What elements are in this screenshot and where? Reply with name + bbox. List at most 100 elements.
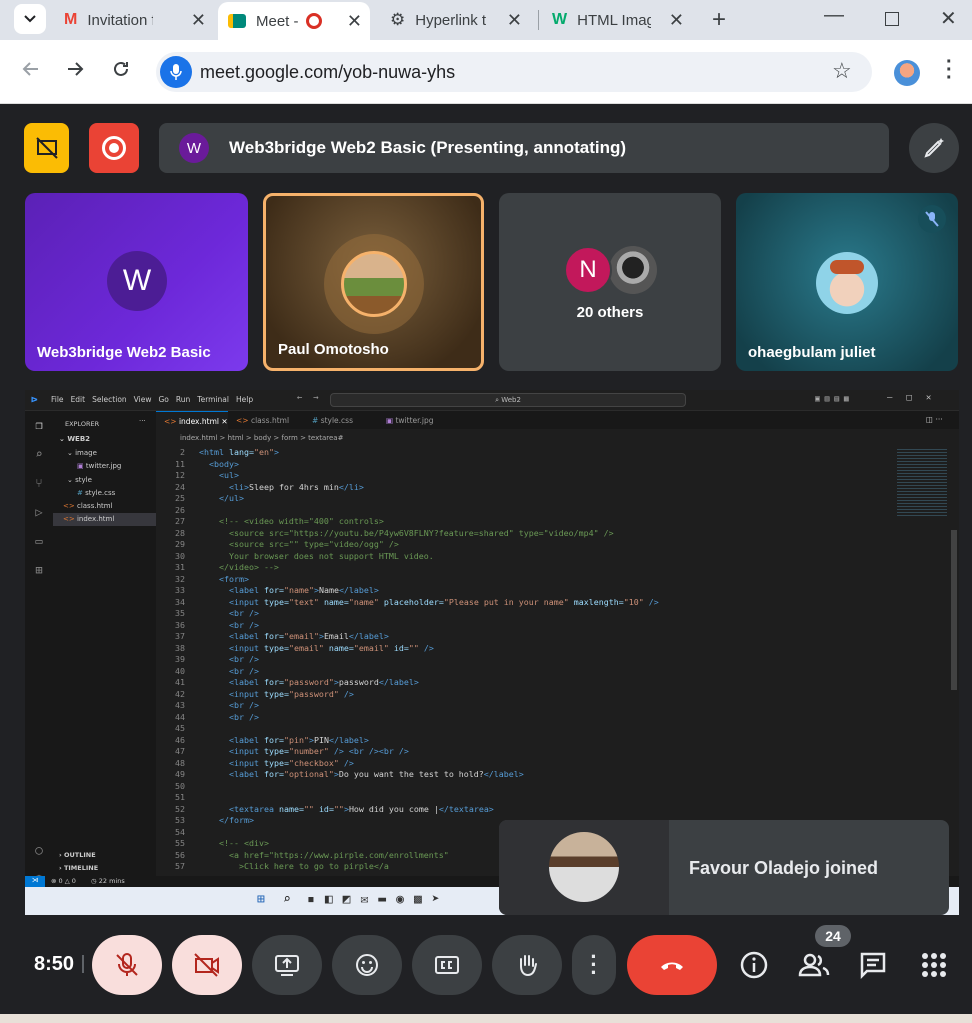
remote-icon[interactable]: ▭ <box>25 527 53 556</box>
info-icon <box>740 951 768 979</box>
tab-title: Invitation fr <box>87 11 153 29</box>
back-button[interactable] <box>22 60 40 83</box>
editor-actions-icon[interactable]: ◫ ··· <box>926 415 943 424</box>
tree-item[interactable]: ⌄ image <box>67 449 97 457</box>
reload-icon <box>114 61 128 76</box>
leave-call-button[interactable] <box>627 935 717 995</box>
browser-tab-bar: M Invitation fr ✕ Meet - ✕ ⚙ Hyperlink t… <box>0 0 972 40</box>
timeline-section[interactable]: › TIMELINE <box>59 864 98 872</box>
maximize-button[interactable] <box>885 12 899 26</box>
outline-section[interactable]: › OUTLINE <box>59 851 96 859</box>
source-control-icon[interactable]: ⑂ <box>25 469 53 498</box>
search-icon[interactable]: ⌕ <box>25 440 53 469</box>
vscode-window-controls[interactable]: –□✕ <box>887 393 945 403</box>
layout-controls[interactable]: ▣ ▥ ▤ ▦ <box>815 394 849 403</box>
participant-tile-presenter[interactable]: W Web3bridge Web2 Basic <box>25 193 248 371</box>
participant-name: Paul Omotosho <box>278 341 389 358</box>
error-count[interactable]: ⊗ 0 △ 0 <box>51 877 76 885</box>
hide-presentation-button[interactable] <box>24 123 69 173</box>
reload-button[interactable] <box>112 60 130 83</box>
close-tab-icon[interactable]: ✕ <box>347 11 362 32</box>
reactions-button[interactable] <box>332 935 402 995</box>
account-icon[interactable]: ◯ <box>25 836 53 865</box>
hand-icon <box>520 955 537 977</box>
tab-w3schools[interactable]: W HTML Imag ✕ <box>542 4 692 36</box>
editor-tab[interactable]: ▣ twitter.jpg <box>386 416 434 425</box>
forward-button[interactable] <box>66 60 84 83</box>
raise-hand-button[interactable] <box>492 935 562 995</box>
close-tab-icon[interactable]: ✕ <box>507 10 522 31</box>
menu-run[interactable]: Run <box>176 395 190 404</box>
captions-button[interactable] <box>412 935 482 995</box>
tree-item[interactable]: ▣ twitter.jpg <box>77 462 121 470</box>
join-notification: Favour Oladejo joined <box>499 820 949 915</box>
menu-edit[interactable]: Edit <box>71 395 86 404</box>
taskbar-search-icon[interactable]: ⌕ <box>283 892 291 907</box>
tree-item[interactable]: # style.css <box>77 489 115 497</box>
menu-terminal[interactable]: Terminal <box>197 395 229 404</box>
menu-file[interactable]: File <box>51 395 64 404</box>
chat-button[interactable] <box>858 950 888 985</box>
code-editor[interactable]: 2 <html lang="en"> 11 <body> 12 <ul> 24 <… <box>158 447 659 873</box>
command-center[interactable]: ⌕ Web2 <box>330 393 686 407</box>
close-tab-icon[interactable]: ✕ <box>669 10 684 31</box>
microphone-toggle-button[interactable] <box>92 935 162 995</box>
taskbar-apps[interactable]: ▪◧◩✉▬◉▩➤ <box>307 892 450 907</box>
camera-toggle-button[interactable] <box>172 935 242 995</box>
editor-tab[interactable]: <> class.html <box>236 416 289 425</box>
browser-menu-icon[interactable]: · · · <box>946 52 953 88</box>
tree-item[interactable]: ⌄ style <box>67 476 92 484</box>
participant-tile-others[interactable]: N 20 others <box>499 193 721 371</box>
tree-item-selected[interactable]: <> index.html <box>53 513 156 526</box>
explorer-title: EXPLORER <box>65 420 100 428</box>
breadcrumb: index.html > html > body > form > textar… <box>180 434 344 442</box>
extensions-icon[interactable]: ⊞ <box>25 556 53 585</box>
menu-help[interactable]: Help <box>236 395 253 404</box>
remote-indicator[interactable]: ⋊ <box>25 876 45 887</box>
menu-view[interactable]: View <box>134 395 152 404</box>
recording-button[interactable] <box>89 123 139 173</box>
people-button[interactable] <box>797 949 831 986</box>
editor-tab[interactable]: # style.css <box>312 416 353 425</box>
files-icon[interactable]: ❐ <box>25 411 53 440</box>
tab-gmail[interactable]: M Invitation fr ✕ <box>54 4 214 36</box>
close-window-button[interactable]: ✕ <box>940 6 957 31</box>
bookmark-star-icon[interactable]: ☆ <box>832 58 852 84</box>
participant-avatar <box>816 252 878 314</box>
activities-button[interactable] <box>920 951 948 984</box>
menu-go[interactable]: Go <box>158 395 168 404</box>
tree-item[interactable]: <> class.html <box>63 502 113 510</box>
omnibox[interactable]: meet.google.com/yob-nuwa-yhs ☆ <box>156 52 872 92</box>
windows-start-icon[interactable]: ⊞ <box>257 892 265 907</box>
tab-meet[interactable]: Meet - ✕ <box>218 2 370 40</box>
participant-avatar: W <box>107 251 167 311</box>
menu-selection[interactable]: Selection <box>92 395 127 404</box>
more-options-button[interactable]: · · · <box>572 935 616 995</box>
nav-arrows[interactable]: ← → <box>297 393 319 403</box>
profile-avatar[interactable] <box>894 60 920 86</box>
tab-title: HTML Imag <box>577 11 652 29</box>
participant-avatar: N <box>564 246 612 294</box>
participants-count-badge: 24 <box>815 925 851 947</box>
arrow-left-icon <box>22 62 38 76</box>
scrollbar[interactable] <box>951 530 957 690</box>
tab-chatgpt[interactable]: ⚙ Hyperlink t ✕ <box>380 4 530 36</box>
run-debug-icon[interactable]: ▷ <box>25 498 53 527</box>
new-tab-button[interactable]: + <box>712 6 726 34</box>
participant-avatar <box>609 246 657 294</box>
minimize-button[interactable]: — <box>824 4 844 27</box>
editor-tab-active[interactable]: <> index.html ✕ <box>156 411 228 429</box>
close-tab-icon[interactable]: ✕ <box>191 10 206 31</box>
participant-tile-juliet[interactable]: ohaegbulam juliet <box>736 193 958 371</box>
annotate-button[interactable] <box>909 123 959 173</box>
participant-tile-active-speaker[interactable]: Paul Omotosho <box>263 193 484 371</box>
tab-search-button[interactable] <box>14 4 46 34</box>
tree-item[interactable]: ⌄ WEB2 <box>59 435 90 443</box>
time-tracker[interactable]: ◷ 22 mins <box>91 877 125 885</box>
present-screen-button[interactable] <box>252 935 322 995</box>
pen-sparkle-icon <box>924 138 944 158</box>
meeting-details-button[interactable] <box>738 949 770 986</box>
explorer-more-icon[interactable]: ··· <box>139 417 146 425</box>
notification-photo-panel <box>499 820 669 915</box>
chat-icon <box>860 952 886 980</box>
